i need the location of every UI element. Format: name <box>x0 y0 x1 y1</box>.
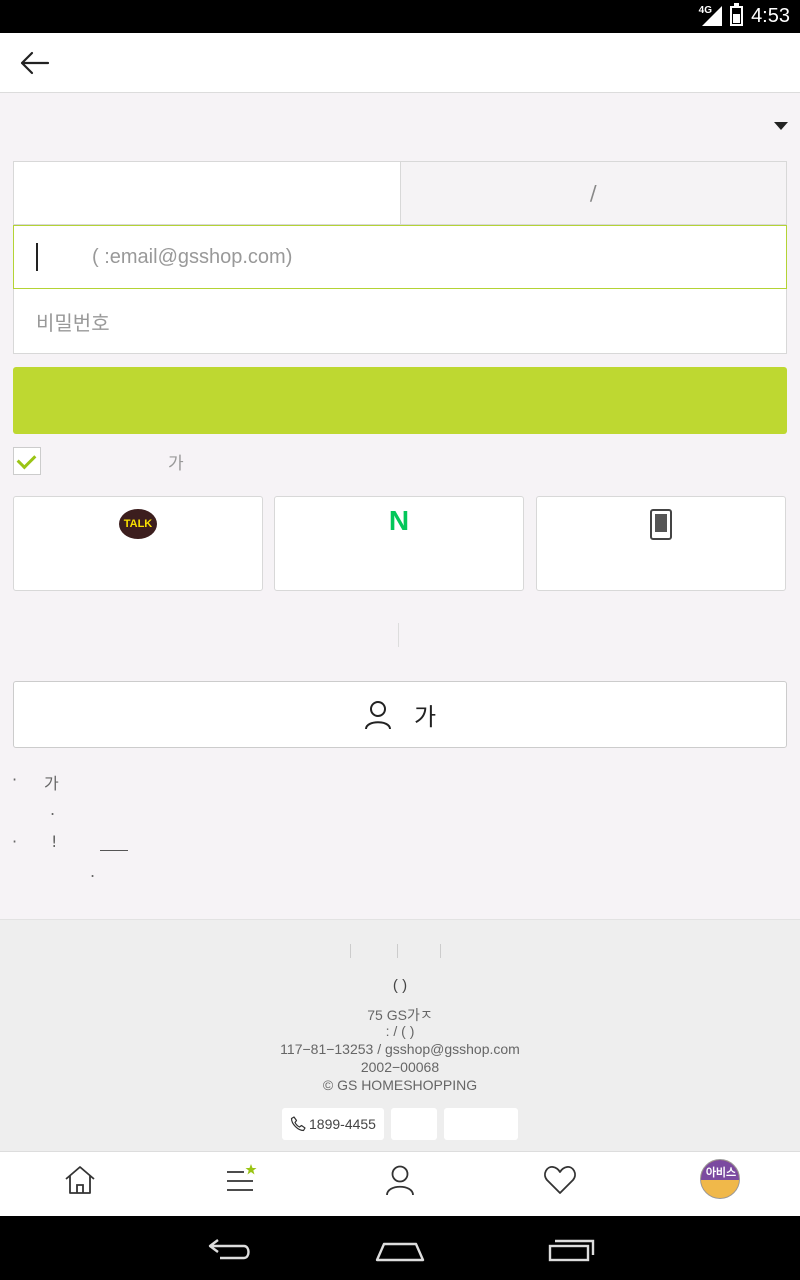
back-button[interactable] <box>14 45 54 81</box>
user-icon <box>364 700 391 729</box>
auto-login-label: 가 <box>168 453 184 474</box>
email-placeholder: ( :email@gsshop.com) <box>92 245 293 268</box>
login-tabs: / <box>13 161 787 225</box>
home-icon[interactable] <box>374 1236 426 1264</box>
recent-view-avatar[interactable]: 아비스 <box>700 1159 740 1199</box>
phone-icon <box>290 1116 306 1132</box>
divider <box>398 623 399 647</box>
naver-icon: N <box>388 505 410 536</box>
footer-separator <box>397 944 398 958</box>
note-bullet: · <box>12 832 18 851</box>
footer-address: 75 GS가ㅈ <box>367 1007 433 1023</box>
footer-separator <box>350 944 351 958</box>
auto-login-checkbox[interactable] <box>13 447 41 475</box>
footer: ( ) 75 GS가ㅈ : / ( ) 117−81−13253 / gssho… <box>0 919 800 1151</box>
heart-icon <box>544 1166 576 1194</box>
email-field[interactable]: ( :email@gsshop.com) <box>13 225 787 289</box>
mobile-phone-icon <box>650 509 672 540</box>
back-icon[interactable] <box>206 1234 254 1264</box>
tab-member-login[interactable] <box>14 162 400 224</box>
naver-login-button[interactable]: N <box>274 496 524 591</box>
avatar-text: 아비스 <box>705 1166 737 1179</box>
chevron-down-icon[interactable] <box>774 122 788 130</box>
footer-ceo: : / ( ) <box>385 1023 415 1039</box>
system-navigation-bar <box>0 1216 800 1280</box>
login-button[interactable] <box>13 367 787 434</box>
nav-home[interactable] <box>60 1160 100 1200</box>
footer-company: ( ) <box>392 977 408 994</box>
footer-copyright: © GS HOMESHOPPING <box>322 1077 478 1093</box>
kakao-talk-icon: TALK <box>119 509 157 539</box>
footer-separator <box>440 944 441 958</box>
join-button-label: 가 <box>413 703 437 731</box>
note-bullet: · <box>12 770 18 789</box>
recent-apps-icon[interactable] <box>546 1234 596 1264</box>
footer-registration: 2002−00068 <box>360 1059 440 1075</box>
kakao-login-button[interactable]: TALK <box>13 496 263 591</box>
phone-login-button[interactable] <box>536 496 786 591</box>
app-bar <box>0 33 800 93</box>
note-text: 가 <box>44 774 59 793</box>
password-field[interactable]: 비밀번호 <box>13 289 787 354</box>
note-link-underline[interactable] <box>100 850 128 851</box>
signal-icon <box>702 6 722 26</box>
arrow-left-icon <box>20 51 50 75</box>
nav-my[interactable] <box>380 1160 420 1200</box>
call-center-number: 1899-4455 <box>309 1116 376 1132</box>
avatar-bottom <box>701 1180 739 1198</box>
nav-wishlist[interactable] <box>540 1160 580 1200</box>
join-button[interactable]: 가 <box>13 681 787 748</box>
menu-icon <box>227 1164 257 1191</box>
home-icon <box>65 1166 95 1194</box>
auto-login-row: 가 <box>13 447 184 475</box>
note-sub: . <box>50 800 56 819</box>
user-icon <box>386 1165 414 1196</box>
battery-icon <box>730 3 743 26</box>
call-center-button[interactable]: 1899-4455 <box>282 1108 384 1140</box>
note-sub: . <box>90 862 96 881</box>
status-bar: 4G 4:53 <box>0 0 800 33</box>
footer-button[interactable] <box>444 1108 518 1140</box>
footer-button[interactable] <box>391 1108 437 1140</box>
tab-nonmember-login[interactable]: / <box>399 162 786 224</box>
bottom-navigation: 아비스 <box>0 1151 800 1216</box>
password-placeholder: 비밀번호 <box>36 312 110 335</box>
note-text: ! <box>51 832 58 851</box>
footer-business-number: 117−81−13253 / gsshop@gsshop.com <box>280 1041 520 1057</box>
nav-menu[interactable] <box>220 1160 260 1200</box>
status-time: 4:53 <box>751 5 790 27</box>
text-caret <box>36 243 38 271</box>
